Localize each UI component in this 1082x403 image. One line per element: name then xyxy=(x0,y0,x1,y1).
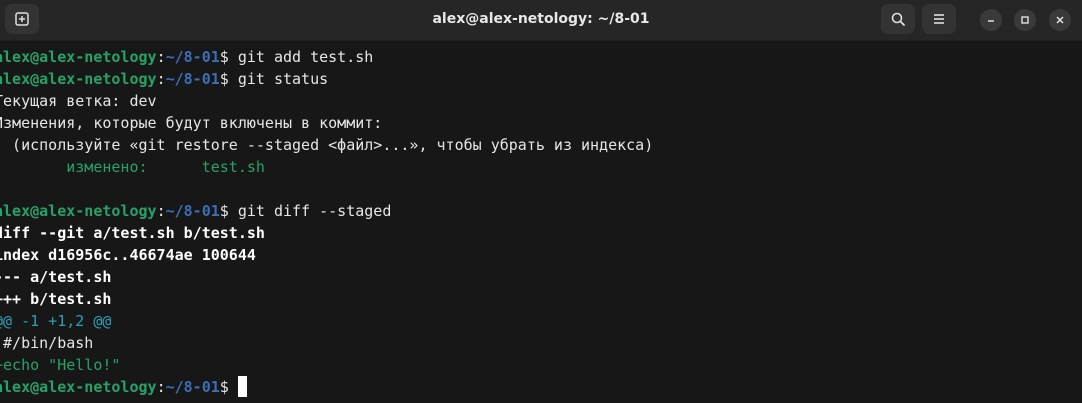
minimize-button[interactable] xyxy=(980,9,1002,31)
prompt-path: ~/8-01 xyxy=(165,378,220,396)
minimize-icon xyxy=(988,20,994,22)
diff-hunk-header: @@ -1 +1,2 @@ xyxy=(0,312,112,330)
command-text: git add test.sh xyxy=(228,48,374,66)
maximize-icon xyxy=(1021,16,1029,24)
prompt-separator: : xyxy=(156,70,166,88)
prompt-user: alex@alex-netology xyxy=(0,202,157,220)
modified-label: изменено: xyxy=(0,158,148,176)
terminal-output[interactable]: alex@alex-netology:~/8-01$ git add test.… xyxy=(0,44,1082,403)
search-icon xyxy=(891,12,905,26)
output-branch: Текущая ветка: dev xyxy=(0,92,157,110)
close-button[interactable] xyxy=(1049,9,1071,31)
prompt-path: ~/8-01 xyxy=(165,202,220,220)
terminal-window: alex@alex-netology: ~/8-01 alex@alex-net… xyxy=(0,0,1082,403)
command-text: git status xyxy=(228,70,329,88)
search-button[interactable] xyxy=(881,4,915,34)
prompt-separator: : xyxy=(156,48,166,66)
diff-new-file: +++ b/test.sh xyxy=(0,290,112,308)
prompt-path: ~/8-01 xyxy=(165,70,220,88)
command-line: alex@alex-netology:~/8-01$ git add test.… xyxy=(0,46,373,68)
prompt-user: alex@alex-netology xyxy=(0,70,157,88)
hamburger-menu-icon xyxy=(934,14,944,24)
active-prompt[interactable]: alex@alex-netology:~/8-01$ xyxy=(0,376,247,398)
prompt-path: ~/8-01 xyxy=(165,48,220,66)
output-modified: изменено: test.sh xyxy=(0,156,265,178)
diff-header: diff --git a/test.sh b/test.sh xyxy=(0,224,265,242)
command-line: alex@alex-netology:~/8-01$ git diff --st… xyxy=(0,200,391,222)
text-cursor[interactable] xyxy=(237,376,247,397)
close-icon xyxy=(1056,16,1064,24)
title-bar[interactable]: alex@alex-netology: ~/8-01 xyxy=(0,0,1082,41)
window-title: alex@alex-netology: ~/8-01 xyxy=(432,11,650,27)
prompt-user: alex@alex-netology xyxy=(0,378,157,396)
command-line: alex@alex-netology:~/8-01$ git status xyxy=(0,68,328,90)
modified-file: test.sh xyxy=(147,158,265,176)
maximize-button[interactable] xyxy=(1014,9,1036,31)
diff-old-file: --- a/test.sh xyxy=(0,268,112,286)
command-text: git diff --staged xyxy=(228,202,392,220)
prompt-user: alex@alex-netology xyxy=(0,48,157,66)
diff-index: index d16956c..46674ae 100644 xyxy=(0,246,256,264)
prompt-symbol: $ xyxy=(219,202,229,220)
diff-added-line: +echo "Hello!" xyxy=(0,356,121,374)
prompt-symbol: $ xyxy=(219,378,229,396)
menu-button[interactable] xyxy=(922,4,956,34)
prompt-symbol: $ xyxy=(219,70,229,88)
output-changes-header: Изменения, которые будут включены в комм… xyxy=(0,114,383,132)
prompt-separator: : xyxy=(156,378,166,396)
diff-context-line: #/bin/bash xyxy=(0,334,94,352)
output-hint: (используйте «git restore --staged <файл… xyxy=(0,136,654,154)
prompt-separator: : xyxy=(156,202,166,220)
prompt-symbol: $ xyxy=(219,48,229,66)
